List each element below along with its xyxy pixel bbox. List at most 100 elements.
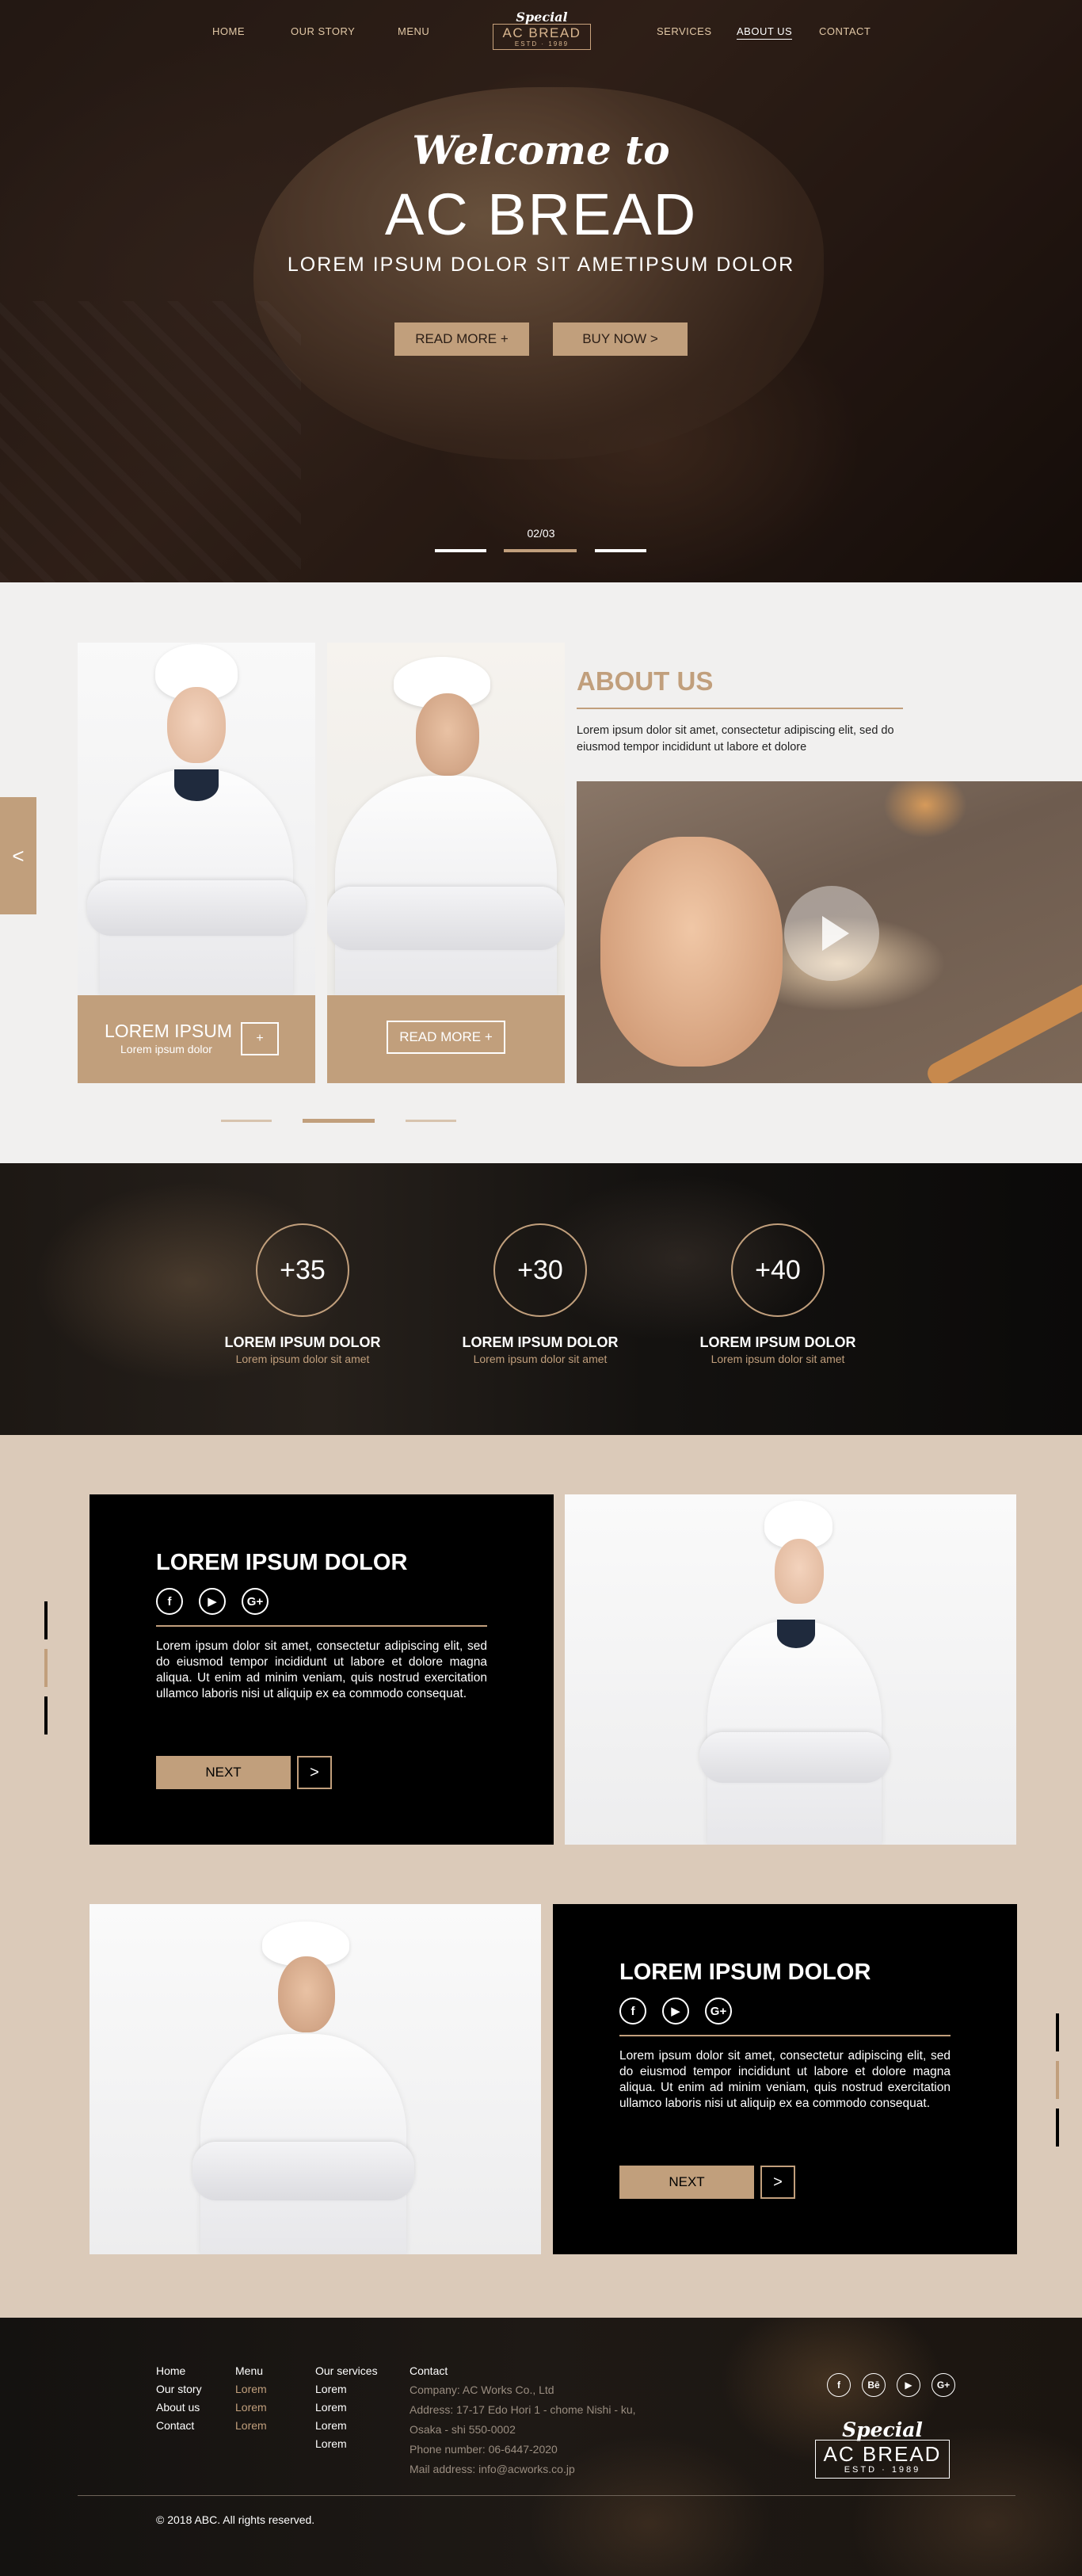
footer-link-home[interactable]: Home — [156, 2362, 202, 2380]
footer-services-item[interactable]: Lorem — [315, 2399, 378, 2417]
site-logo[interactable]: Special AC BREAD ESTD · 1989 — [493, 11, 591, 52]
youtube-icon[interactable]: ▶ — [662, 1998, 689, 2025]
about-pager-2[interactable] — [303, 1119, 375, 1123]
facebook-icon[interactable]: f — [619, 1998, 646, 2025]
feature-pager-1[interactable] — [44, 1601, 48, 1639]
stat-3-value: +40 — [755, 1254, 801, 1285]
feature-pager-right-3[interactable] — [1056, 2109, 1059, 2147]
chevron-right-icon: > — [773, 2173, 783, 2191]
hero-tagline: LOREM IPSUM DOLOR SIT AMETIPSUM DOLOR — [287, 254, 795, 276]
footer-divider — [78, 2495, 1015, 2496]
nav-home[interactable]: HOME — [212, 25, 245, 37]
footer-link-contact[interactable]: Contact — [156, 2417, 202, 2435]
feature-card-2: LOREM IPSUM DOLOR f ▶ G+ Lorem ipsum dol… — [553, 1904, 1017, 2254]
footer-services-title[interactable]: Our services — [315, 2362, 378, 2380]
about-pager-1[interactable] — [221, 1120, 272, 1122]
feature-1-arrow-button[interactable]: > — [297, 1756, 332, 1789]
about-pager-3[interactable] — [406, 1120, 456, 1122]
about-section: < LOREM IPSUM Lorem ipsum dolor + READ M… — [0, 582, 1082, 1163]
nav-services[interactable]: SERVICES — [657, 25, 712, 37]
nav-contact[interactable]: CONTACT — [819, 25, 871, 37]
read-more-button[interactable]: READ MORE + — [394, 322, 529, 356]
footer-col-menu: Menu Lorem Lorem Lorem — [235, 2362, 267, 2435]
stat-3-sub: Lorem ipsum dolor sit amet — [711, 1353, 845, 1365]
feature-pager-right-2[interactable] — [1056, 2061, 1059, 2099]
team-card-1-title: LOREM IPSUM — [105, 1021, 233, 1041]
team-card-2[interactable]: READ MORE + — [327, 643, 565, 1083]
feature-2-arrow-button[interactable]: > — [760, 2166, 795, 2199]
nav-about-us[interactable]: ABOUT US — [737, 25, 793, 40]
footer-contact-title: Contact — [410, 2364, 448, 2377]
slide-indicator-2[interactable] — [504, 549, 577, 552]
footer-company: Company: AC Works Co., Ltd — [410, 2383, 554, 2396]
feature-2-next-button[interactable]: NEXT — [619, 2166, 754, 2199]
rolling-pin-image — [924, 971, 1082, 1083]
footer-address-1: Address: 17-17 Edo Hori 1 - chome Nishi … — [410, 2403, 636, 2416]
facebook-icon[interactable]: f — [827, 2373, 851, 2397]
team-card-1-footer: LOREM IPSUM Lorem ipsum dolor + — [78, 995, 315, 1083]
stat-2-label: LOREM IPSUM DOLOR — [462, 1334, 619, 1350]
footer-services-item[interactable]: Lorem — [315, 2435, 378, 2453]
stat-3: +40 LOREM IPSUM DOLOR Lorem ipsum dolor … — [699, 1223, 857, 1365]
footer-address-2: Osaka - shi 550-0002 — [410, 2423, 516, 2436]
chevron-left-icon: < — [12, 844, 25, 868]
youtube-icon[interactable]: ▶ — [897, 2373, 920, 2397]
copyright: © 2018 ABC. All rights reserved. — [156, 2513, 315, 2526]
stats-section: +35 LOREM IPSUM DOLOR Lorem ipsum dolor … — [0, 1163, 1082, 1435]
footer-logo[interactable]: Special AC BREAD ESTD · 1989 — [815, 2420, 950, 2479]
footer-menu-item[interactable]: Lorem — [235, 2380, 267, 2399]
footer-link-about-us[interactable]: About us — [156, 2399, 202, 2417]
team-card-2-read-more-button[interactable]: READ MORE + — [387, 1021, 505, 1054]
slide-indicator-1[interactable] — [435, 549, 486, 552]
about-text: Lorem ipsum dolor sit amet, consectetur … — [577, 724, 894, 754]
prev-arrow-button[interactable]: < — [0, 797, 36, 914]
feature-2-photo — [90, 1904, 541, 2254]
google-plus-icon[interactable]: G+ — [932, 2373, 955, 2397]
feature-pager-3[interactable] — [44, 1696, 48, 1735]
stat-3-ring: +40 — [731, 1223, 825, 1317]
chef-photo-female — [78, 643, 315, 995]
stat-1-label: LOREM IPSUM DOLOR — [224, 1334, 381, 1350]
feature-pager-2[interactable] — [44, 1649, 48, 1687]
footer-menu-item[interactable]: Lorem — [235, 2399, 267, 2417]
chevron-right-icon: > — [310, 1764, 319, 1781]
nav-our-story[interactable]: OUR STORY — [291, 25, 355, 37]
about-title: ABOUT US — [577, 666, 714, 696]
about-video[interactable] — [577, 781, 1082, 1083]
footer-menu-title[interactable]: Menu — [235, 2362, 267, 2380]
about-title-rule — [577, 708, 903, 709]
buy-now-button[interactable]: BUY NOW > — [553, 322, 688, 356]
hand-image — [600, 837, 783, 1067]
team-card-1-subtitle: Lorem ipsum dolor — [120, 1043, 212, 1055]
team-card-1[interactable]: LOREM IPSUM Lorem ipsum dolor + — [78, 643, 315, 1083]
footer-link-our-story[interactable]: Our story — [156, 2380, 202, 2399]
team-card-1-plus-button[interactable]: + — [241, 1022, 279, 1055]
main-nav: HOME OUR STORY MENU Special AC BREAD EST… — [0, 0, 1082, 60]
feature-1-photo — [565, 1494, 1016, 1845]
hero-section: HOME OUR STORY MENU Special AC BREAD EST… — [0, 0, 1082, 582]
feature-2-social: f ▶ G+ — [619, 1998, 732, 2025]
nav-menu[interactable]: MENU — [398, 25, 429, 37]
stat-2: +30 LOREM IPSUM DOLOR Lorem ipsum dolor … — [461, 1223, 619, 1365]
footer-col-services: Our services Lorem Lorem Lorem Lorem — [315, 2362, 378, 2453]
footer-col-main: Home Our story About us Contact — [156, 2362, 202, 2435]
youtube-icon[interactable]: ▶ — [199, 1588, 226, 1615]
feature-1-title: LOREM IPSUM DOLOR — [156, 1550, 408, 1575]
google-plus-icon[interactable]: G+ — [242, 1588, 269, 1615]
behance-icon[interactable]: Bē — [862, 2373, 886, 2397]
chef-photo-male — [327, 643, 565, 995]
footer-menu-item[interactable]: Lorem — [235, 2417, 267, 2435]
footer-services-item[interactable]: Lorem — [315, 2380, 378, 2399]
hero-brand: AC BREAD — [384, 181, 698, 247]
facebook-icon[interactable]: f — [156, 1588, 183, 1615]
feature-pager-right-1[interactable] — [1056, 2013, 1059, 2051]
slide-indicator-3[interactable] — [595, 549, 646, 552]
google-plus-icon[interactable]: G+ — [705, 1998, 732, 2025]
feature-1-next-button[interactable]: NEXT — [156, 1756, 291, 1789]
features-section: LOREM IPSUM DOLOR f ▶ G+ Lorem ipsum dol… — [0, 1435, 1082, 2318]
play-icon[interactable] — [784, 886, 879, 981]
footer-services-item[interactable]: Lorem — [315, 2417, 378, 2435]
footer-email[interactable]: Mail address: info@acworks.co.jp — [410, 2460, 636, 2479]
footer-phone: Phone number: 06-6447-2020 — [410, 2443, 558, 2456]
stat-3-label: LOREM IPSUM DOLOR — [699, 1334, 856, 1350]
